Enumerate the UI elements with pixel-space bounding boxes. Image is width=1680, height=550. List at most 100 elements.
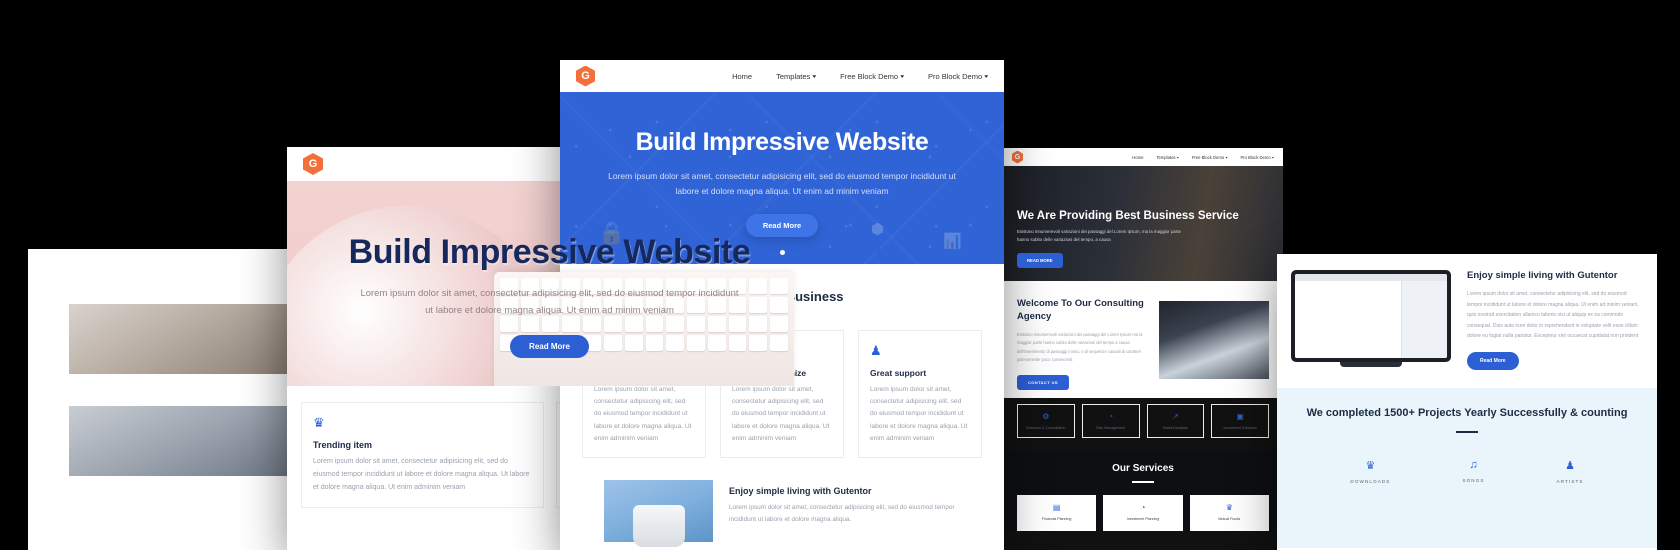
feature-card[interactable]: ♛ Trending item Lorem ipsum dolor sit am… [301,402,544,508]
contact-us-button[interactable]: CONTACT US [1017,375,1069,390]
hero-section: 🔒 ◔ ⬢ 📊 Build Impressive Website Lorem i… [560,92,1004,264]
services-card-label: Investment Planning [1126,517,1160,521]
nav-item-pro-block-demo[interactable]: Pro Block Demo ▾ [928,72,988,81]
feature-title: Great support [870,368,927,378]
nav-links: Home Templates ▾ Free Block Demo ▾ Pro B… [732,72,988,81]
services-card[interactable]: ◔ Investment Planning [1103,495,1183,531]
promo-body: Lorem ipsum dolor sit amet, consectetur … [729,503,955,524]
welcome-photo [1159,301,1269,379]
carousel-dot[interactable] [779,249,785,255]
briefcase-icon: ▣ [1236,412,1244,421]
logo-icon: G [303,153,323,175]
trophy-icon: ♟ [1565,460,1575,473]
promo-heading: Enjoy simple living with Gutentor [729,485,872,496]
hero-heading: We Are Providing Best Business Service [1017,210,1239,222]
title-divider [1456,431,1478,434]
service-card-label: Business & Consultation [1026,426,1066,430]
stat-item: ♟ ARTISTS [1557,459,1584,484]
stat-item: ♫ SONGS [1462,459,1484,484]
services-card-label: Financial Planning [1041,517,1072,521]
music-icon: ♫ [1469,459,1478,472]
browser-bar [1295,274,1447,281]
chevron-down-icon: ▾ [812,72,817,80]
promo-copy: Enjoy simple living with Gutentor Lorem … [713,480,960,542]
chevron-down-icon: ▾ [1271,155,1274,159]
nav-item-templates[interactable]: Templates ▾ [1156,155,1178,160]
nav-item-pro-block-demo[interactable]: Pro Block Demo ▾ [1240,155,1274,160]
nav-item-templates[interactable]: Templates ▾ [776,72,816,81]
nav-item-home[interactable]: Home [732,72,752,81]
gutentor-preview-card[interactable]: Enjoy simple living with Gutentor Lorem … [1277,254,1657,550]
service-card-label: Risk Management [1096,426,1126,430]
chevron-down-icon: ▾ [984,72,988,80]
read-more-button[interactable]: READ MORE [1017,252,1063,268]
laptop-mockup [1291,270,1451,370]
line-chart-icon: ↗ [1172,412,1179,421]
service-card-row: ⚙ Business & Consultation ◔ Risk Managem… [1003,398,1283,438]
feature-body: Lorem ipsum dolor sit amet, consectetur … [313,458,530,491]
bottom-promo: Enjoy simple living with Gutentor Lorem … [560,479,1004,547]
crown-icon: ♛ [1365,460,1376,473]
pie-chart-icon: ◔ [1108,412,1114,421]
hero-subtext: Lorem ipsum dolor sit amet, consectetur … [360,288,739,316]
crown-icon: ♛ [313,415,325,430]
laptop-stand [1340,362,1402,367]
hero-subtext: Lorem ipsum dolor sit amet, consectetur … [608,171,956,197]
service-card[interactable]: ▣ Investment Solutions [1211,404,1269,438]
feature-body: Lorem ipsum dolor sit amet, consectetur … [870,386,968,442]
editor-sidebar [1401,281,1447,358]
logo[interactable]: G [303,153,323,175]
stat-label: DOWNLOADS [1350,479,1391,485]
stat-label: SONGS [1462,478,1485,484]
document-icon: ▤ [1052,503,1061,512]
service-card[interactable]: ↗ Market Analysis [1146,404,1205,438]
services-card-label: Mutual Funds [1218,517,1241,521]
product-jar [632,504,685,547]
chevron-down-icon: ▾ [1176,155,1179,159]
read-more-button[interactable]: Read More [510,335,589,359]
read-more-button[interactable]: Read More [1467,351,1519,370]
navbar: G Home Templates ▾ Free Block Demo ▾ Pro… [1003,148,1283,166]
service-card[interactable]: ◔ Risk Management [1081,404,1140,438]
navbar: G Home Templates ▾ Free Block Demo ▾ Pro… [560,60,1004,92]
logo[interactable]: G [1012,150,1023,164]
nav-item-home[interactable]: Home [1132,155,1143,160]
hero-heading: Build Impressive Website [635,128,929,156]
trophy-icon: ♟ [870,343,882,358]
feature-title: Trending item [313,440,373,450]
stats-heading: We completed 1500+ Projects Yearly Succe… [1306,406,1628,419]
feature-body: Lorem ipsum dolor sit amet, consectetur … [732,386,830,442]
logo-icon: G [576,65,595,87]
service-card[interactable]: ⚙ Business & Consultation [1017,404,1075,438]
logo[interactable]: G [576,65,595,87]
services-section: Our Services ▤ Financial Planning ◔ Inve… [1003,450,1283,531]
services-card[interactable]: ▤ Financial Planning [1017,495,1097,531]
services-card[interactable]: ♛ Mutual Funds [1189,495,1269,531]
service-card-label: Investment Solutions [1223,426,1257,430]
read-more-button[interactable]: Read More [745,213,819,237]
chevron-down-icon: ▾ [900,72,904,80]
feature-card[interactable]: ♟ Great support Lorem ipsum dolor sit am… [858,330,982,458]
feature-body: Lorem ipsum dolor sit amet, consectetur … [594,386,692,442]
funds-icon: ♛ [1225,503,1233,512]
logo-icon: G [1012,150,1023,164]
editor-canvas [1295,281,1401,358]
lightbulb-icon: ⚙ [1042,412,1050,421]
hero-subtext: Esistono innumerevoli variazioni dei pas… [1017,229,1181,243]
chart-icon: ◔ [1140,503,1146,512]
stats-section: We completed 1500+ Projects Yearly Succe… [1277,387,1657,548]
gutentor-copy: Enjoy simple living with Gutentor Lorem … [1451,270,1643,370]
screenshot-stage: Our Gallery G Home Templates ▾ [0,0,1680,550]
dark-business-card[interactable]: G Home Templates ▾ Free Block Demo ▾ Pro… [1003,148,1283,550]
nav-links: Home Templates ▾ Free Block Demo ▾ Pro B… [1132,155,1274,160]
hero-section: We Are Providing Best Business Service E… [1003,166,1283,281]
nav-item-free-block-demo[interactable]: Free Block Demo ▾ [1192,155,1228,160]
welcome-section: Welcome To Our Consulting Agency Esiston… [1003,281,1283,398]
nav-item-free-block-demo[interactable]: Free Block Demo ▾ [840,72,904,81]
section-heading: Enjoy simple living with Gutentor [1467,270,1618,281]
services-row: ▤ Financial Planning ◔ Investment Planni… [1003,483,1283,531]
hero-content: Build Impressive Website Lorem ipsum dol… [560,128,1004,255]
stats-row: ♛ DOWNLOADS ♫ SONGS ♟ ARTISTS [1277,459,1657,484]
welcome-heading: Welcome To Our Consulting Agency [1017,298,1144,322]
gutentor-intro: Enjoy simple living with Gutentor Lorem … [1277,254,1657,370]
